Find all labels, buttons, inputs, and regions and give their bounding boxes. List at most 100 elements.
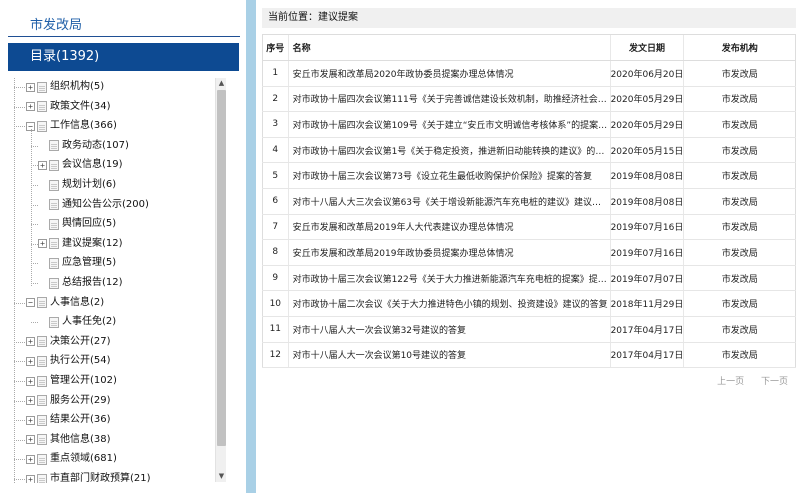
row-title-link[interactable]: 对市十八届人大三次会议第63号《关于增设新能源汽车充电桩的建议》建议的答复 (287, 188, 611, 215)
tree-node[interactable]: 政务动态(107) (38, 138, 129, 154)
expand-icon[interactable]: + (26, 474, 35, 483)
row-number: 10 (262, 290, 289, 317)
directory-header[interactable]: 目录(1392) (8, 43, 239, 71)
row-number: 8 (262, 239, 289, 266)
tree-node-label[interactable]: 执行公开(54) (50, 353, 111, 369)
tree-node-label[interactable]: 通知公告公示(200) (62, 197, 149, 213)
tree-node-label[interactable]: 服务公开(29) (50, 393, 111, 409)
row-title-link[interactable]: 对市政协十届三次会议第73号《设立花生最低收购保护价保险》提案的答复 (287, 162, 611, 189)
expand-icon[interactable]: + (26, 435, 35, 445)
tree-node[interactable]: + 其他信息(38) (26, 432, 111, 448)
tree-node-label[interactable]: 人事任免(2) (62, 314, 116, 330)
tree-node[interactable]: − 工作信息(366) (26, 118, 117, 134)
row-title-link[interactable]: 安丘市发展和改革局2019年政协委员提案办理总体情况 (287, 239, 611, 266)
row-title-link[interactable]: 对市政协十届四次会议第109号《关于建立“安丘市文明诚信考核体系”的提案》... (287, 111, 611, 138)
row-org: 市发改局 (683, 188, 796, 215)
tree-connector (31, 185, 38, 186)
expand-icon[interactable]: + (26, 376, 35, 386)
prev-page-link[interactable]: 上一页 (717, 377, 744, 387)
row-title-link[interactable]: 对市政协十届三次会议第122号《关于大力推进新能源汽车充电桩的提案》提案的答复 (287, 265, 611, 292)
tree-node[interactable]: + 结果公开(36) (26, 412, 111, 428)
tree-connector (31, 322, 38, 324)
expand-icon[interactable]: + (26, 454, 35, 464)
tree-node[interactable]: + 建议提案(12) (38, 236, 123, 252)
tree-node[interactable]: + 服务公开(29) (26, 393, 111, 409)
tree-node-label[interactable]: 其他信息(38) (50, 432, 111, 448)
tree-node-label[interactable]: 市直部门财政预算(21) (50, 471, 151, 483)
tree-node[interactable]: + 会议信息(19) (38, 157, 123, 173)
tree-node-label[interactable]: 应急管理(5) (62, 255, 116, 271)
expand-icon[interactable]: + (26, 102, 35, 112)
row-title-link[interactable]: 对市政协十届四次会议第1号《关于稳定投资，推进新旧动能转换的建议》的提... (287, 137, 611, 164)
row-title-link[interactable]: 对市政协十届四次会议第111号《关于完善诚信建设长效机制，助推经济社会高... (287, 86, 611, 113)
tree-node-label[interactable]: 建议提案(12) (62, 236, 123, 252)
tree-connector (31, 263, 38, 265)
table-row: 8 安丘市发展和改革局2019年政协委员提案办理总体情况 2019年07月16日 市发… (262, 239, 796, 266)
tree-node-label[interactable]: 组织机构(5) (50, 79, 104, 95)
row-title-link[interactable]: 对市十八届人大一次会议第10号建议的答复 (287, 342, 611, 369)
tree-node[interactable]: + 政策文件(34) (26, 99, 111, 115)
tree-node[interactable]: 总结报告(12) (38, 275, 123, 291)
scrollbar-thumb[interactable] (217, 90, 226, 446)
table-row: 1 安丘市发展和改革局2020年政协委员提案办理总体情况 2020年06月20日 市发… (262, 60, 796, 87)
expand-icon[interactable]: + (26, 356, 35, 366)
tree-node-label[interactable]: 舆情回应(5) (62, 216, 116, 232)
row-title-link[interactable]: 安丘市发展和改革局2019年人大代表建议办理总体情况 (287, 214, 611, 241)
scroll-down-arrow-icon[interactable]: ▼ (216, 471, 227, 482)
tree-node[interactable]: + 组织机构(5) (26, 79, 104, 95)
tree-node-label[interactable]: 人事信息(2) (50, 295, 104, 311)
collapse-icon[interactable]: − (26, 298, 35, 308)
department-title[interactable]: 市发改局 (30, 14, 82, 33)
row-date: 2020年05月29日 (609, 86, 684, 113)
tree-node-label[interactable]: 决策公开(27) (50, 334, 111, 350)
tree-node-label[interactable]: 会议信息(19) (62, 157, 123, 173)
tree-node-label[interactable]: 工作信息(366) (50, 118, 117, 134)
tree-node[interactable]: 通知公告公示(200) (38, 197, 149, 213)
tree-node-label[interactable]: 政策文件(34) (50, 99, 111, 115)
row-title-link[interactable]: 对市十八届人大一次会议第32号建议的答复 (287, 316, 611, 343)
table-row: 10 对市政协十届二次会议《关于大力推进特色小镇的规划、投资建设》建议的答复 201… (262, 290, 796, 317)
expand-icon[interactable]: + (38, 239, 47, 249)
expand-icon[interactable]: + (26, 82, 35, 92)
tree-node[interactable]: 舆情回应(5) (38, 216, 116, 232)
document-icon (49, 277, 59, 289)
tree-node[interactable]: + 重点领域(681) (26, 451, 117, 467)
tree-node[interactable]: + 执行公开(54) (26, 353, 111, 369)
scroll-up-arrow-icon[interactable]: ▲ (216, 78, 227, 89)
expand-icon[interactable]: + (26, 396, 35, 406)
tree-node-label[interactable]: 结果公开(36) (50, 412, 111, 428)
row-title-link[interactable]: 对市政协十届二次会议《关于大力推进特色小镇的规划、投资建设》建议的答复 (287, 290, 611, 317)
document-icon (49, 238, 59, 250)
row-date: 2019年08月08日 (609, 162, 684, 189)
next-page-link[interactable]: 下一页 (761, 377, 788, 387)
tree-node[interactable]: 应急管理(5) (38, 255, 116, 271)
document-icon (37, 336, 47, 348)
tree-connector (14, 126, 25, 128)
expand-icon[interactable]: + (26, 415, 35, 425)
tree-node[interactable]: + 市直部门财政预算(21) (26, 471, 151, 483)
panel-divider[interactable] (246, 0, 256, 493)
row-org: 市发改局 (683, 316, 796, 343)
tree-connector (31, 165, 38, 167)
row-title-link[interactable]: 安丘市发展和改革局2020年政协委员提案办理总体情况 (287, 60, 611, 87)
tree-node[interactable]: + 决策公开(27) (26, 334, 111, 350)
tree-node[interactable]: + 管理公开(102) (26, 373, 117, 389)
tree-scrollbar[interactable]: ▲ ▼ (215, 78, 226, 482)
tree-node[interactable]: 人事任免(2) (38, 314, 116, 330)
tree-node[interactable]: 规划计划(6) (38, 177, 116, 193)
tree-node-label[interactable]: 管理公开(102) (50, 373, 117, 389)
expand-icon[interactable]: + (26, 337, 35, 347)
tree-node-label[interactable]: 政务动态(107) (62, 138, 129, 154)
tree-node-label[interactable]: 总结报告(12) (62, 275, 123, 291)
tree-node-label[interactable]: 重点领域(681) (50, 451, 117, 467)
expand-icon[interactable]: + (38, 160, 47, 170)
tree-node-label[interactable]: 规划计划(6) (62, 177, 116, 193)
tree-node[interactable]: − 人事信息(2) (26, 295, 104, 311)
document-icon (37, 81, 47, 93)
row-org: 市发改局 (683, 214, 796, 241)
